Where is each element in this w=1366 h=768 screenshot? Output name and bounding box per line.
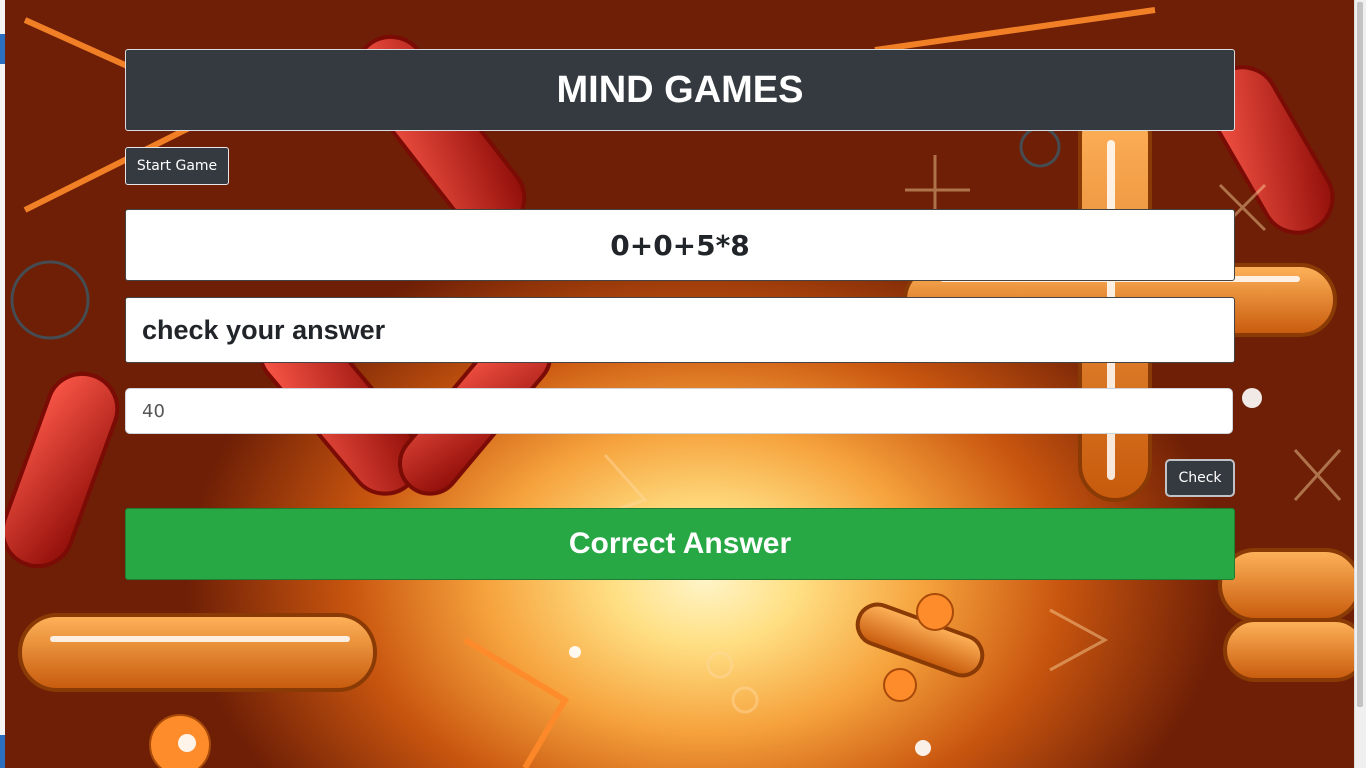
check-button[interactable]: Check: [1165, 459, 1235, 497]
answer-prompt: check your answer: [125, 297, 1235, 363]
scrollbar-thumb[interactable]: [1357, 2, 1363, 707]
result-banner: Correct Answer: [125, 508, 1235, 580]
start-game-button[interactable]: Start Game: [125, 147, 229, 185]
answer-input[interactable]: [125, 388, 1233, 434]
page-title: MIND GAMES: [125, 49, 1235, 131]
question-expression: 0+0+5*8: [125, 209, 1235, 281]
scrollbar[interactable]: [1354, 0, 1366, 768]
